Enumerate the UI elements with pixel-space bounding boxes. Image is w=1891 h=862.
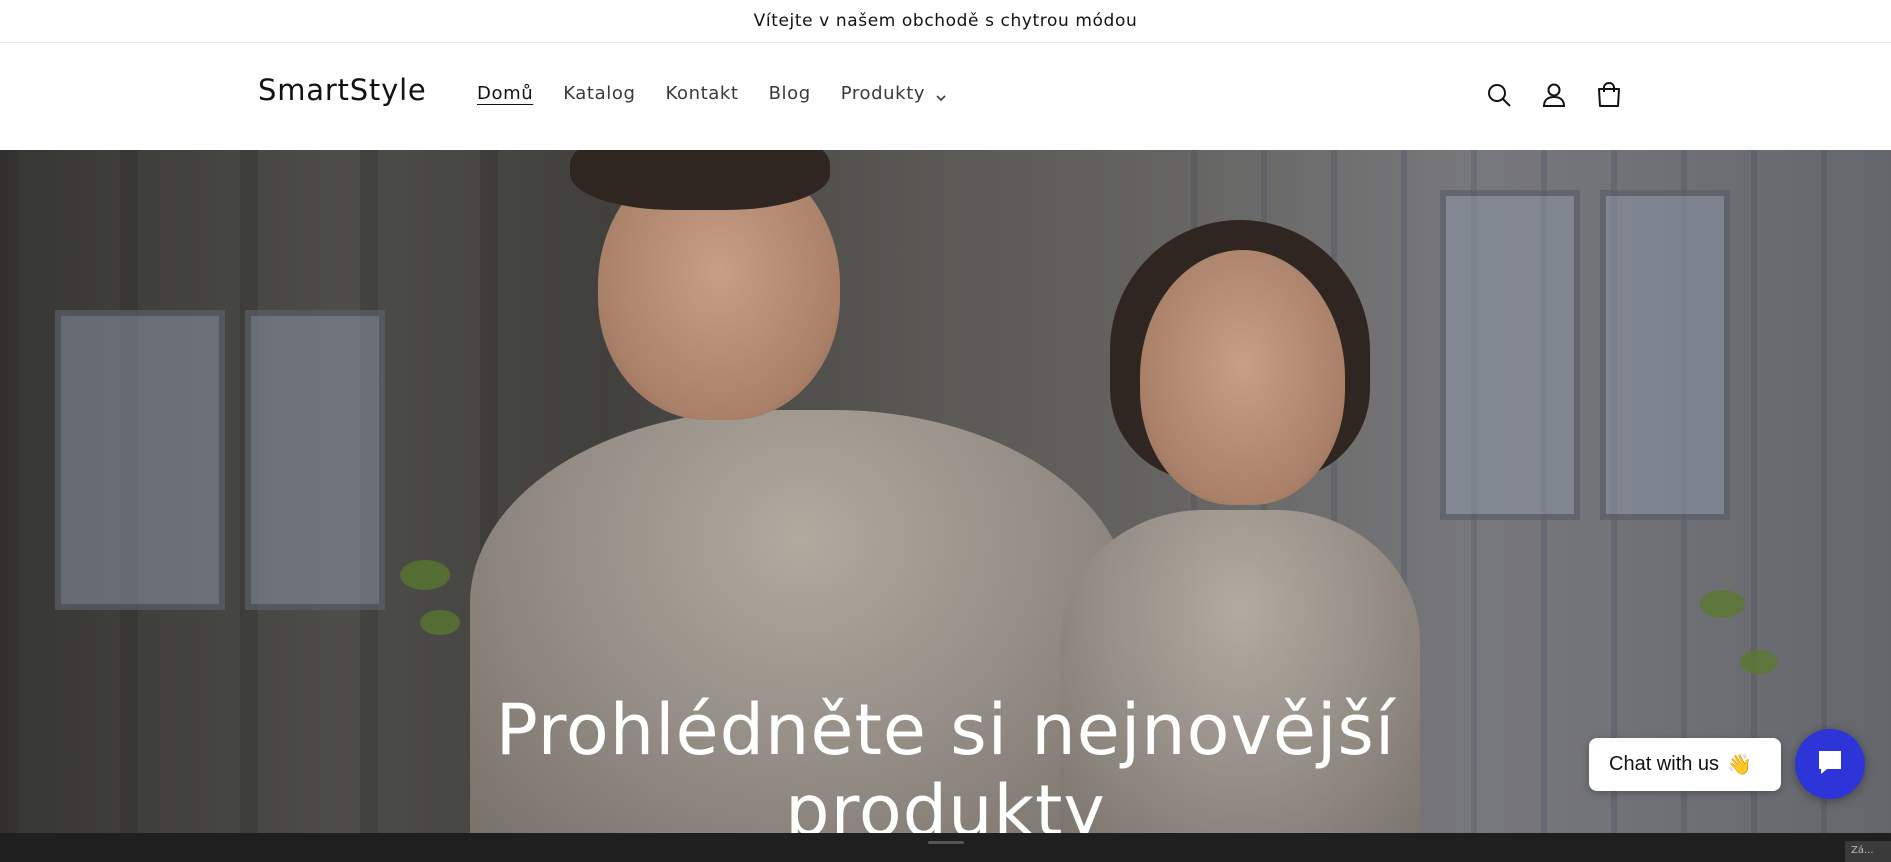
nav-item-products[interactable]: Produkty — [841, 83, 947, 104]
account-icon[interactable] — [1539, 80, 1569, 110]
waving-hand-icon: 👋 — [1727, 754, 1752, 776]
nav-item-home[interactable]: Domů — [477, 83, 533, 104]
chat-icon — [1815, 747, 1845, 781]
hero-plant — [400, 560, 450, 590]
search-icon[interactable] — [1484, 80, 1514, 110]
chat-launcher-button[interactable] — [1795, 729, 1865, 799]
cart-icon[interactable] — [1594, 80, 1624, 110]
nav-item-catalog[interactable]: Katalog — [563, 83, 635, 104]
hero-plant — [420, 610, 460, 635]
store-logo[interactable]: SmartStyle — [258, 73, 427, 107]
hero-plant — [1700, 590, 1745, 618]
chat-bubble-text: Chat with us — [1609, 753, 1720, 775]
hero-window — [245, 310, 385, 610]
corner-badge[interactable]: Zá... — [1845, 841, 1891, 862]
main-nav: Domů Katalog Kontakt Blog Produkty — [477, 83, 977, 104]
hero-banner[interactable]: Prohlédněte si nejnovější produkty — [0, 150, 1891, 833]
hero-window — [55, 310, 225, 610]
drag-handle-icon[interactable] — [928, 841, 964, 844]
hero-window — [1440, 190, 1580, 520]
hero-plant — [1740, 650, 1778, 674]
chevron-down-icon — [935, 88, 947, 101]
site-header: SmartStyle Domů Katalog Kontakt Blog Pro… — [0, 43, 1891, 150]
header-icons — [1484, 80, 1624, 110]
announcement-text: Vítejte v našem obchodě s chytrou módou — [753, 11, 1138, 31]
bottom-bar — [0, 833, 1891, 862]
nav-item-blog[interactable]: Blog — [769, 83, 811, 104]
announcement-bar: Vítejte v našem obchodě s chytrou módou — [0, 0, 1891, 43]
nav-item-products-label: Produkty — [840, 83, 926, 104]
hero-window — [1600, 190, 1730, 520]
nav-item-contact[interactable]: Kontakt — [665, 83, 738, 104]
chat-bubble[interactable]: Chat with us 👋 — [1589, 738, 1781, 791]
hero-model-woman-face — [1140, 250, 1345, 505]
hero-model-man-hair — [570, 150, 830, 210]
